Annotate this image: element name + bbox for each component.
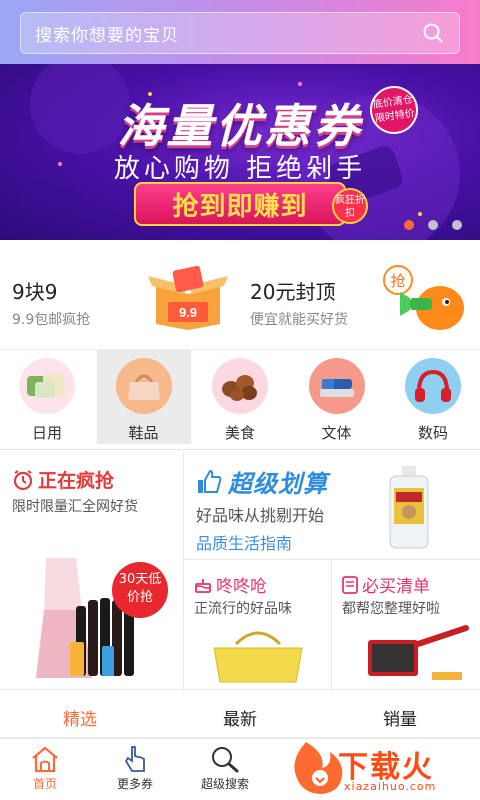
search-placeholder: 搜索你想要的宝贝 [35, 25, 179, 46]
promo-9-9-title: 9块9 [12, 280, 58, 304]
search-input[interactable]: 搜索你想要的宝贝 [20, 12, 460, 54]
banner-cta-badge: 疯狂折扣 [332, 188, 368, 224]
promo-20[interactable]: 20元封顶 便宜就能买好货 [250, 276, 348, 329]
flash-sale-title: 正在疯抢 [38, 470, 115, 492]
chestnuts-icon [212, 358, 268, 414]
nav-home[interactable]: 首页 [0, 739, 90, 800]
mascot-icon: 抢 [383, 265, 464, 330]
box-label: 9.9 [179, 305, 197, 320]
flash-sale-header: 正在疯抢 [12, 466, 114, 493]
headphones-icon [405, 358, 461, 414]
cake-icon [195, 578, 211, 593]
low-price-badge: 30天低价抢 [112, 562, 168, 618]
category-shoes[interactable]: 鞋品 [96, 350, 191, 444]
category-label: 日用 [31, 424, 62, 442]
sort-tab-featured[interactable]: 精选 [0, 690, 160, 737]
sort-tabs: 精选 最新 销量 [0, 690, 480, 738]
banner-subtitle: 放心购物 拒绝剁手 [113, 154, 367, 184]
dongdongqiang-title: 咚咚呛 [216, 577, 267, 597]
great-deals-header: 超级划算 [196, 464, 328, 499]
category-label: 美食 [224, 424, 255, 442]
category-label: 文体 [321, 424, 352, 442]
search-icon[interactable] [421, 21, 445, 45]
promo-banner[interactable]: 海量优惠券 放心购物 拒绝剁手 抢到即赚到 疯狂折扣 底价清仓限时特价 [0, 64, 480, 240]
feature-must-buy[interactable]: 必买清单 都帮您整理好啦 [332, 560, 480, 690]
nav-more-coupons[interactable]: 更多券 [90, 739, 180, 800]
promo-9-9-sub: 9.9包邮疯抢 [12, 312, 91, 328]
category-row: 日用 鞋品 美食 文体 数码 [0, 350, 480, 450]
banner-cta[interactable]: 抢到即赚到 疯狂折扣 [134, 182, 368, 226]
must-buy-title: 必买清单 [362, 577, 430, 597]
promo-9-9[interactable]: 9块9 9.9包邮疯抢 [12, 276, 90, 329]
watermark-url: xiazaihuo.com [344, 780, 437, 793]
fry-cutter-image [368, 625, 469, 680]
stapler-icon [308, 358, 365, 414]
app-root: 搜索你想要的宝贝 海量优惠券 放心购物 拒绝剁手 抢到即赚到 疯狂折扣 底价清仓… [0, 0, 480, 800]
handbag-icon [115, 358, 172, 414]
nav-super-search-label: 超级搜索 [200, 777, 249, 791]
mascot-label: 抢 [390, 272, 405, 290]
dongdongqiang-desc: 正流行的好品味 [194, 601, 292, 617]
feature-flash-sale[interactable]: 正在疯抢 限时限量汇全网好货 30天低价抢 [0, 452, 184, 690]
dongdongqiang-header: 咚咚呛 [194, 572, 267, 597]
category-digital[interactable]: 数码 [386, 350, 480, 444]
lotion-bottle-image [389, 466, 429, 549]
gift-box-icon: 9.9 [148, 265, 228, 330]
great-deals-title: 超级划算 [228, 470, 328, 498]
home-icon [32, 746, 58, 773]
must-buy-header: 必买清单 [342, 572, 430, 597]
carousel-dot[interactable] [428, 220, 438, 230]
hand-pointer-icon [124, 746, 145, 772]
carousel-dot[interactable] [452, 220, 462, 230]
alarm-clock-icon [13, 469, 33, 490]
category-stationery[interactable]: 文体 [290, 350, 384, 444]
great-deals-link[interactable]: 品质生活指南 [196, 530, 292, 554]
great-deals-desc: 好品味从挑剔开始 [196, 506, 325, 525]
yellow-bag-image [213, 631, 303, 683]
sort-tab-newest[interactable]: 最新 [160, 690, 320, 737]
category-label: 数码 [417, 424, 448, 442]
search-header: 搜索你想要的宝贝 [0, 0, 480, 64]
category-daily[interactable]: 日用 [0, 350, 94, 444]
checklist-icon [342, 575, 358, 594]
carousel-dots [404, 220, 462, 230]
feature-grid: 正在疯抢 限时限量汇全网好货 30天低价抢 超级划算 好品味从挑剔开始 品质生活… [0, 452, 480, 690]
must-buy-desc: 都帮您整理好啦 [342, 601, 440, 617]
promo-20-title: 20元封顶 [250, 280, 336, 304]
banner-cta-label: 抢到即赚到 [172, 191, 308, 222]
nav-super-search[interactable]: 超级搜索 [180, 739, 270, 800]
feature-great-deals[interactable]: 超级划算 好品味从挑剔开始 品质生活指南 [184, 452, 480, 560]
nav-more-coupons-label: 更多券 [116, 777, 153, 791]
feature-dongdongqiang[interactable]: 咚咚呛 正流行的好品味 [184, 560, 332, 690]
magnifier-icon [212, 747, 239, 773]
category-food[interactable]: 美食 [193, 350, 287, 444]
sort-tab-sales[interactable]: 销量 [320, 690, 480, 737]
carousel-dot[interactable] [404, 220, 414, 230]
flash-sale-desc: 限时限量汇全网好货 [12, 499, 138, 515]
nav-home-label: 首页 [32, 777, 57, 791]
pillows-icon [19, 358, 75, 414]
promo-20-sub: 便宜就能买好货 [250, 312, 348, 328]
category-label: 鞋品 [128, 424, 159, 442]
thumbs-up-icon [198, 469, 222, 493]
